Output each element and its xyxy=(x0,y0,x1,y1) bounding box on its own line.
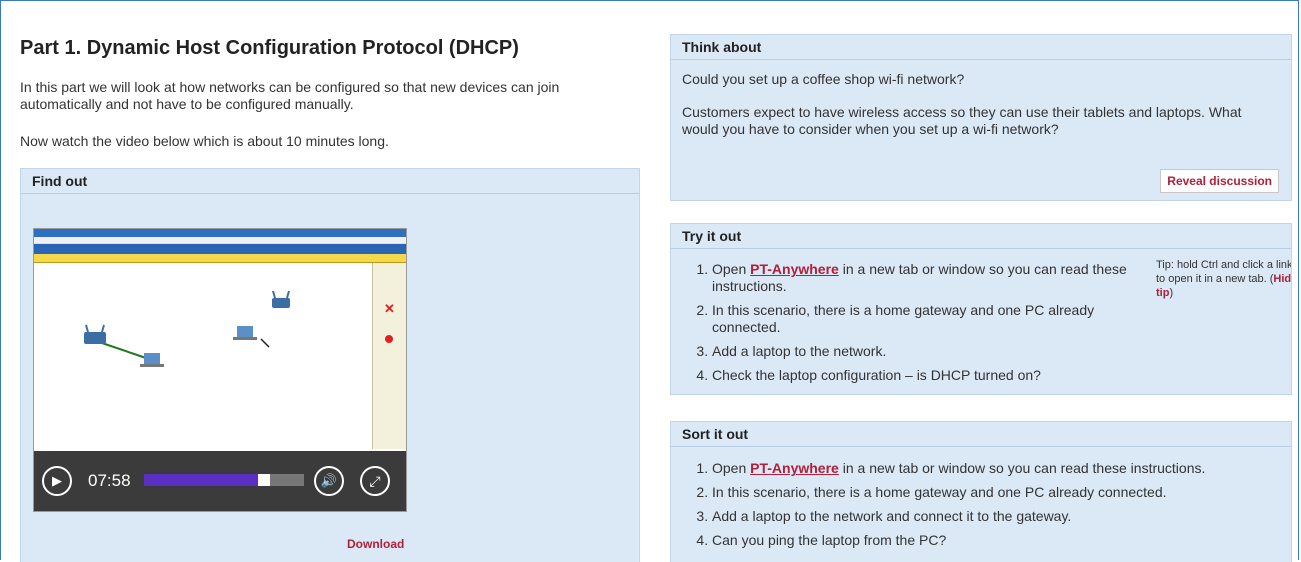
list-item: Check the laptop configuration – is DHCP… xyxy=(712,367,1142,384)
video-app-sidebar: ✕ xyxy=(372,263,406,449)
video-controls: ▶ 07:58 🔊 ⤢ xyxy=(34,451,406,511)
laptop-2-icon xyxy=(233,326,257,340)
list-item: Open PT-Anywhere in a new tab or window … xyxy=(712,460,1280,477)
video-app-workspace-bar xyxy=(34,254,406,263)
home-gateway-icon xyxy=(84,324,106,344)
network-diagram xyxy=(84,290,290,367)
video-progress-handle[interactable] xyxy=(258,474,270,486)
download-link[interactable]: Download xyxy=(347,537,404,551)
video-app-titlebar xyxy=(34,229,406,237)
list-item: Add a laptop to the network. xyxy=(712,343,1142,360)
watch-text: Now watch the video below which is about… xyxy=(20,133,389,149)
list-item: Can you ping the laptop from the PC? xyxy=(712,532,1280,549)
sort-it-out-heading: Sort it out xyxy=(671,422,1291,447)
list-item: Add a laptop to the network and connect … xyxy=(712,508,1280,525)
think-about-heading: Think about xyxy=(671,35,1291,60)
list-item: Open PT-Anywhere in a new tab or window … xyxy=(712,261,1142,295)
video-app-menubar xyxy=(34,237,406,244)
find-out-heading: Find out xyxy=(21,169,639,194)
think-about-panel: Think about Could you set up a coffee sh… xyxy=(670,34,1292,201)
try-it-out-heading: Try it out xyxy=(671,224,1291,249)
intro-text: In this part we will look at how network… xyxy=(20,79,560,112)
video-progress-fill xyxy=(144,474,270,486)
volume-icon[interactable]: 🔊 xyxy=(314,466,344,496)
cursor-icon xyxy=(260,338,270,348)
pt-anywhere-link[interactable]: PT-Anywhere xyxy=(750,261,839,277)
video-network-canvas xyxy=(34,263,372,449)
pt-anywhere-link[interactable]: PT-Anywhere xyxy=(750,460,839,476)
delete-icon: ✕ xyxy=(384,301,395,316)
think-about-body: Customers expect to have wireless access… xyxy=(682,104,1242,137)
page-title: Part 1. Dynamic Host Configuration Proto… xyxy=(20,37,519,59)
fullscreen-icon[interactable]: ⤢ xyxy=(360,466,390,496)
think-about-question: Could you set up a coffee shop wi-fi net… xyxy=(682,71,965,87)
record-icon xyxy=(385,335,393,343)
list-item: In this scenario, there is a home gatewa… xyxy=(712,302,1142,336)
laptop-icon xyxy=(140,353,164,367)
video-time: 07:58 xyxy=(88,471,131,490)
video-app-toolbar xyxy=(34,244,406,254)
access-point-icon xyxy=(272,290,290,308)
sort-it-out-panel: Sort it out Open PT-Anywhere in a new ta… xyxy=(670,421,1292,562)
play-icon[interactable]: ▶ xyxy=(42,466,72,496)
video-player[interactable]: ✕ ▶ 07:58 🔊 ⤢ xyxy=(33,228,407,512)
sort-it-out-steps: Open PT-Anywhere in a new tab or window … xyxy=(682,460,1280,549)
list-item: In this scenario, there is a home gatewa… xyxy=(712,484,1280,501)
reveal-discussion-button[interactable]: Reveal discussion xyxy=(1160,169,1279,193)
try-it-out-steps: Open PT-Anywhere in a new tab or window … xyxy=(682,261,1142,384)
try-it-out-panel: Try it out Open PT-Anywhere in a new tab… xyxy=(670,223,1292,395)
video-progress-bar[interactable] xyxy=(144,474,304,486)
tip-text: Tip: hold Ctrl and click a link to open … xyxy=(1156,258,1291,300)
